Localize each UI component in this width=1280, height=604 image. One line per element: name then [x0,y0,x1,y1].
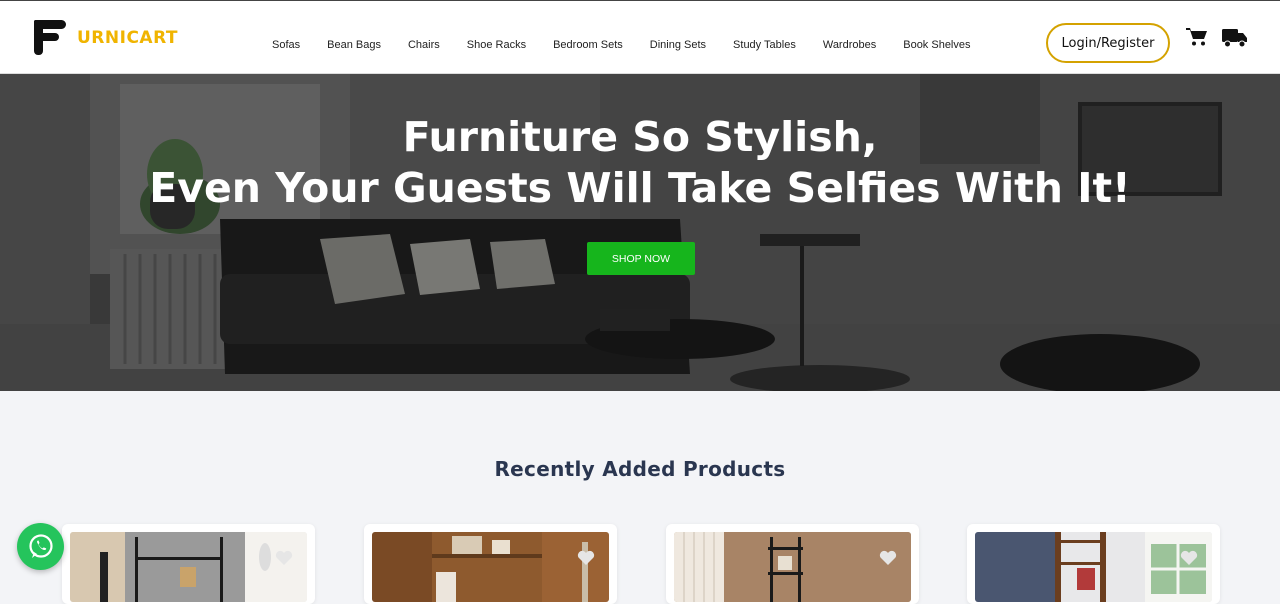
whatsapp-icon [28,533,53,558]
site-header: URNICART Sofas Bean Bags Chairs Shoe Rac… [0,0,1280,74]
login-register-button[interactable]: Login/Register [1046,23,1170,63]
truck-icon[interactable] [1222,28,1248,48]
wishlist-heart-icon[interactable] [275,550,293,566]
nav-item-dining-sets[interactable]: Dining Sets [650,39,706,51]
logo-mark-icon [34,20,67,55]
wishlist-heart-icon[interactable] [879,550,897,566]
ladder-shelf-image [975,532,1212,602]
nav-item-chairs[interactable]: Chairs [408,39,440,51]
nav-item-bedroom-sets[interactable]: Bedroom Sets [553,39,623,51]
nav-item-wardrobes[interactable]: Wardrobes [823,39,876,51]
hero-heading-line2: Even Your Guests Will Take Selfies With … [149,164,1131,212]
nav-item-shoe-racks[interactable]: Shoe Racks [467,39,526,51]
wishlist-heart-icon[interactable] [577,550,595,566]
recently-added-title: Recently Added Products [494,457,786,481]
product-card[interactable] [666,524,919,604]
hero-heading-line1: Furniture So Stylish, [402,113,878,161]
cart-icon[interactable] [1186,27,1208,47]
nav-item-sofas[interactable]: Sofas [272,39,300,51]
hero-heading: Furniture So Stylish, Even Your Guests W… [0,112,1280,214]
corner-shelf-image [674,532,911,602]
shop-now-button[interactable]: SHOP NOW [587,242,695,275]
product-card[interactable] [62,524,315,604]
product-card[interactable] [967,524,1220,604]
hero-banner: Furniture So Stylish, Even Your Guests W… [0,74,1280,391]
logo[interactable]: URNICART [34,20,178,55]
main-nav: Sofas Bean Bags Chairs Shoe Racks Bedroo… [272,39,998,51]
product-card[interactable] [364,524,617,604]
nav-item-study-tables[interactable]: Study Tables [733,39,796,51]
nav-item-book-shelves[interactable]: Book Shelves [903,39,970,51]
logo-text: URNICART [77,27,179,48]
wishlist-heart-icon[interactable] [1180,550,1198,566]
bookshelf-black-image [70,532,307,602]
whatsapp-button[interactable] [17,523,64,570]
bookshelf-wood-image [372,532,609,602]
nav-item-bean-bags[interactable]: Bean Bags [327,39,381,51]
